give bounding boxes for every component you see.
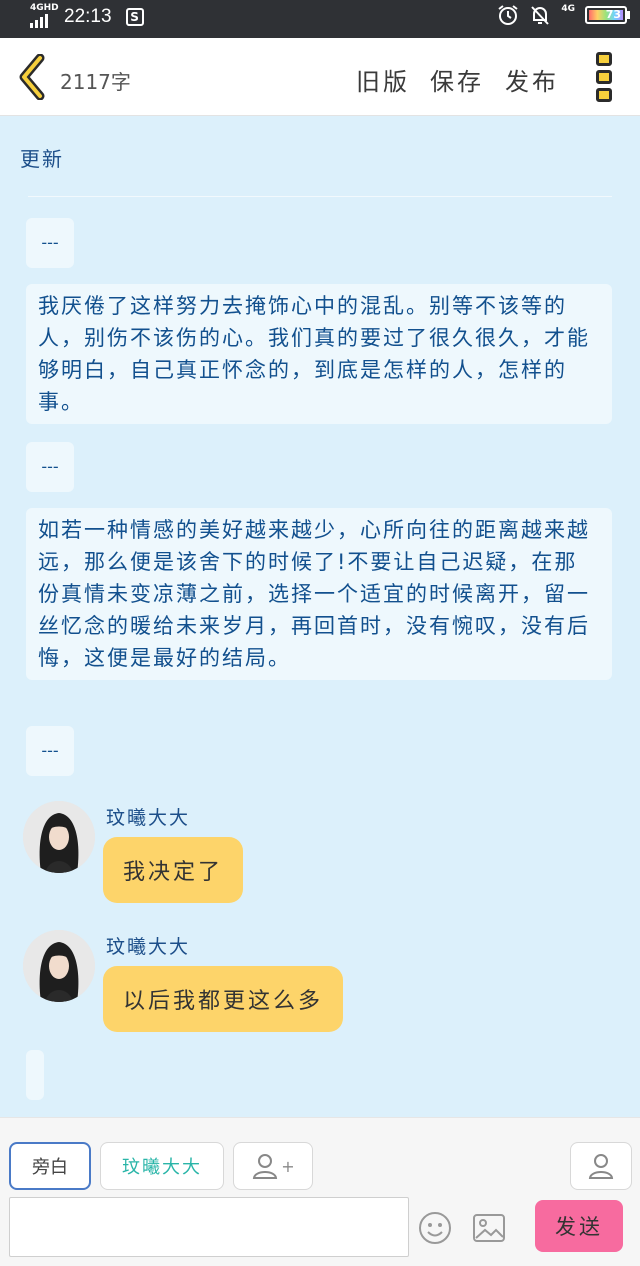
- plus-label: +: [281, 1156, 295, 1176]
- status-time: 22:13: [64, 6, 112, 27]
- character-role-button[interactable]: 玟曦大大: [100, 1142, 224, 1190]
- avatar[interactable]: [23, 801, 95, 873]
- separator-block[interactable]: ---: [26, 442, 74, 492]
- story-content[interactable]: 更新 --- 我厌倦了这样努力去掩饰心中的混乱。别等不该等的人，别伤不该伤的心。…: [0, 117, 640, 1117]
- title-divider: [28, 196, 612, 197]
- status-bar: 4GHD 22:13 S 4G 73: [0, 0, 640, 38]
- separator-block[interactable]: ---: [26, 218, 74, 268]
- user-profile-button[interactable]: [570, 1142, 632, 1190]
- status-right: 4G 73: [497, 4, 630, 26]
- message-bubble[interactable]: 以后我都更这么多: [103, 966, 344, 1032]
- s-app-icon: S: [125, 8, 144, 26]
- message-input[interactable]: [9, 1197, 409, 1257]
- avatar-portrait-icon: [23, 801, 95, 873]
- image-icon[interactable]: [472, 1213, 506, 1243]
- save-button[interactable]: 保存: [430, 62, 484, 97]
- user-icon: [588, 1154, 614, 1179]
- avatar[interactable]: [23, 930, 95, 1002]
- cursor-block[interactable]: [26, 1050, 44, 1100]
- paragraph-block[interactable]: 我厌倦了这样努力去掩饰心中的混乱。别等不该等的人，别伤不该伤的心。我们真的要过了…: [26, 284, 612, 424]
- old-version-button[interactable]: 旧版: [356, 62, 410, 97]
- message-author: 玟曦大大: [106, 807, 191, 829]
- emoji-icon[interactable]: [418, 1211, 452, 1245]
- more-menu-icon[interactable]: [596, 52, 614, 102]
- message-bubble[interactable]: 我决定了: [103, 837, 244, 903]
- aside-role-button[interactable]: 旁白: [9, 1142, 91, 1190]
- alarm-icon: [498, 5, 518, 25]
- word-count: 2117字: [60, 70, 131, 94]
- battery-level: 73: [605, 8, 621, 21]
- network-type-label: 4GHD: [30, 3, 59, 13]
- editor-header: 2117字 旧版 保存 发布: [0, 38, 640, 116]
- send-button[interactable]: 发送: [535, 1200, 623, 1252]
- add-character-button[interactable]: +: [233, 1142, 313, 1190]
- chapter-title[interactable]: 更新: [20, 143, 64, 172]
- status-left: 4GHD 22:13 S: [30, 3, 144, 28]
- paragraph-block[interactable]: 如若一种情感的美好越来越少，心所向往的距离越来越远，那么便是该舍下的时候了!不要…: [26, 508, 612, 680]
- avatar-portrait-icon: [23, 930, 95, 1002]
- message-author: 玟曦大大: [106, 936, 191, 958]
- battery-tip: [627, 11, 630, 19]
- user-add-icon: [253, 1154, 278, 1179]
- back-arrow-icon[interactable]: [16, 54, 50, 100]
- mute-notification-icon: [531, 6, 550, 25]
- publish-button[interactable]: 发布: [505, 62, 559, 97]
- compose-bar: 旁白 玟曦大大 + 发送: [0, 1117, 640, 1266]
- battery-icon: 73: [585, 6, 627, 24]
- network-4g-label: 4G: [561, 4, 575, 14]
- separator-block[interactable]: ---: [26, 726, 74, 776]
- signal-icon: [30, 14, 48, 28]
